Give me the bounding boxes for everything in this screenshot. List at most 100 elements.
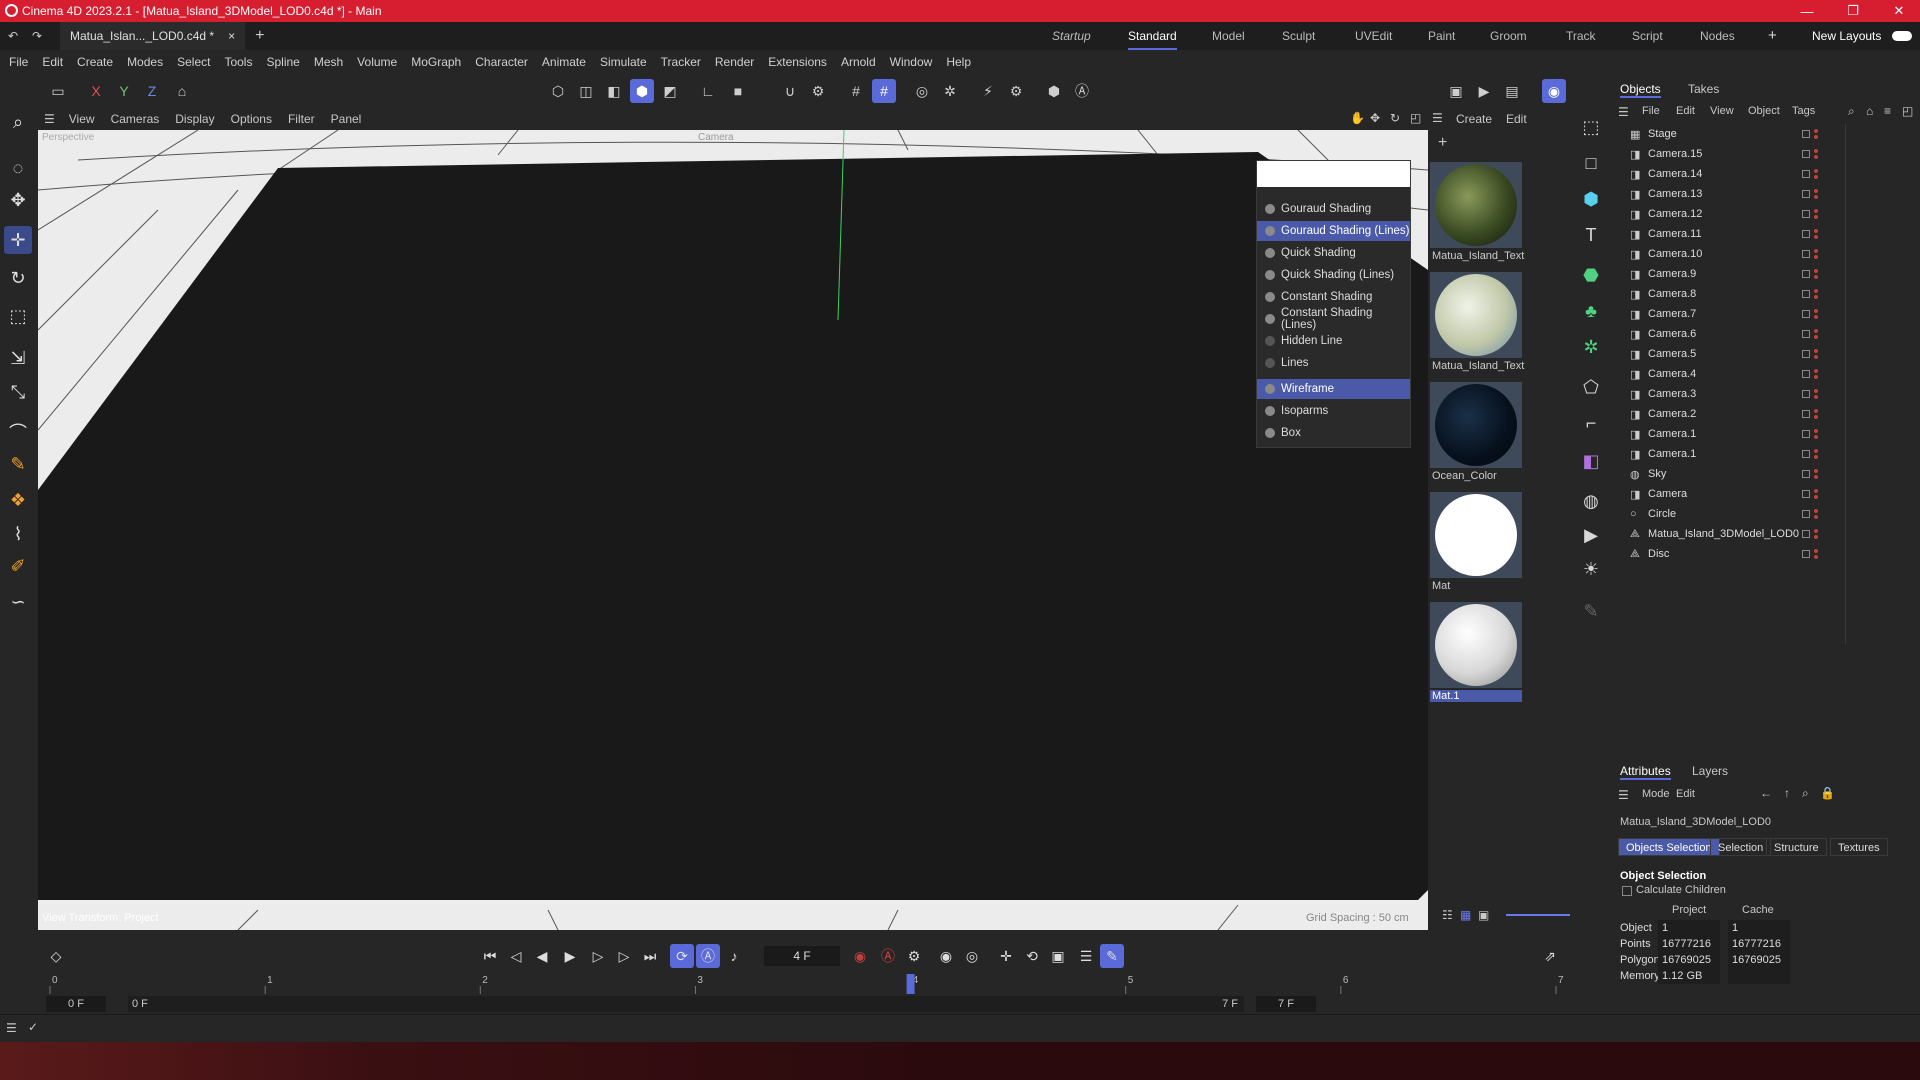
scale-tool-icon[interactable]: ⬚ [4, 302, 32, 330]
object-row[interactable]: ◨ Camera [1612, 484, 1920, 504]
layout-tab-model[interactable]: Model [1212, 22, 1245, 50]
new-layouts-toggle[interactable] [1892, 31, 1912, 41]
tab-takes[interactable]: Takes [1688, 82, 1719, 96]
object-row-flags[interactable] [1802, 349, 1818, 359]
snap-settings-icon[interactable]: ⚙ [806, 79, 830, 103]
object-row-flags[interactable] [1802, 469, 1818, 479]
object-row-flags[interactable] [1802, 129, 1818, 139]
tab-layers[interactable]: Layers [1692, 764, 1728, 778]
attributes-hamburger-icon[interactable]: ☰ [1618, 788, 1629, 802]
object-row-flags[interactable] [1802, 369, 1818, 379]
new-window-icon[interactable]: ◰ [1902, 104, 1913, 118]
loop-icon[interactable]: ⟳ [670, 944, 694, 968]
up-arrow-icon[interactable]: ↑ [1784, 786, 1790, 800]
object-row[interactable]: ◨ Camera.14 [1612, 164, 1920, 184]
spline-icon[interactable]: ⌐ [1576, 408, 1606, 438]
tweak-icon[interactable]: ✲ [938, 79, 962, 103]
filter-icon[interactable]: ≡ [1884, 104, 1891, 118]
environment-icon[interactable]: ◍ [1576, 486, 1606, 516]
object-row-flags[interactable] [1802, 149, 1818, 159]
key-scale-icon[interactable]: ✛ [994, 944, 1018, 968]
select-tools-icon[interactable]: ✥ [4, 186, 32, 214]
subtab-structure[interactable]: Structure [1766, 838, 1827, 856]
menu-simulate[interactable]: Simulate [593, 55, 654, 69]
menu-mograph[interactable]: MoGraph [404, 55, 468, 69]
object-row-flags[interactable] [1802, 269, 1818, 279]
object-row[interactable]: ◨ Camera.1 [1612, 424, 1920, 444]
generator-icon[interactable]: ⬣ [1576, 260, 1606, 290]
object-row[interactable]: ◨ Camera.12 [1612, 204, 1920, 224]
next-frame-icon[interactable]: ▷ [586, 944, 610, 968]
end-frame-field[interactable]: 7 F [1256, 996, 1316, 1012]
object-row[interactable]: ◨ Camera.15 [1612, 144, 1920, 164]
workplane-grid-icon[interactable]: # [872, 79, 896, 103]
current-frame-field[interactable]: 4 F [764, 946, 840, 966]
cloner-icon[interactable]: ♣ [1576, 296, 1606, 326]
objects-search-icon[interactable]: ⌕ [1848, 104, 1855, 119]
paint-tool-icon[interactable]: ∽ [4, 588, 32, 616]
material-menu-edit[interactable]: Edit [1506, 112, 1527, 126]
object-row-flags[interactable] [1802, 489, 1818, 499]
objects-menu-edit[interactable]: Edit [1676, 105, 1695, 117]
menu-volume[interactable]: Volume [350, 55, 404, 69]
menu-extensions[interactable]: Extensions [761, 55, 834, 69]
object-row-flags[interactable] [1802, 169, 1818, 179]
axis-mode-icon[interactable]: ∟ [696, 79, 720, 103]
orbit-icon[interactable]: ↻ [1390, 111, 1400, 125]
object-row-flags[interactable] [1802, 429, 1818, 439]
previous-key-icon[interactable]: ◁ [504, 944, 528, 968]
spline-pen-icon[interactable]: ⌒ [4, 418, 32, 446]
object-row-flags[interactable] [1802, 289, 1818, 299]
grid-icon[interactable]: # [844, 79, 868, 103]
object-row[interactable]: ◨ Camera.3 [1612, 384, 1920, 404]
object-row[interactable]: ◍ Sky [1612, 464, 1920, 484]
menu-item-isoparms[interactable]: Isoparms [1257, 401, 1410, 421]
add-layout-icon[interactable]: + [1768, 22, 1777, 50]
object-row[interactable]: ○ Circle [1612, 504, 1920, 524]
soft-selection-icon[interactable]: ◎ [910, 79, 934, 103]
object-row[interactable]: ⟁ Matua_Island_3DModel_LOD0 [1612, 524, 1920, 544]
objects-menu-tags[interactable]: Tags [1792, 105, 1815, 117]
object-row[interactable]: ◨ Camera.4 [1612, 364, 1920, 384]
cube-icon[interactable]: ⬢ [1576, 184, 1606, 214]
clapboard-icon[interactable]: ▭ [46, 79, 70, 103]
render-settings-icon[interactable]: ▤ [1500, 79, 1524, 103]
redo-icon[interactable]: ↷ [32, 29, 48, 43]
status-hamburger-icon[interactable]: ☰ [6, 1021, 17, 1035]
auto-keying-icon[interactable]: Ⓐ [876, 944, 900, 968]
keyframe-icon[interactable]: ◇ [44, 944, 68, 968]
text-icon[interactable]: T [1576, 220, 1606, 250]
swatch-size-slider[interactable] [1506, 914, 1570, 916]
menu-character[interactable]: Character [468, 55, 535, 69]
menu-mesh[interactable]: Mesh [307, 55, 350, 69]
key-position-icon[interactable]: ◉ [934, 944, 958, 968]
home-icon[interactable]: ⌂ [1866, 104, 1873, 118]
object-row[interactable]: ◨ Camera.5 [1612, 344, 1920, 364]
transform-tool-icon[interactable]: ⇲ [4, 344, 32, 372]
object-row-flags[interactable] [1802, 389, 1818, 399]
key-pla-icon[interactable]: ▣ [1046, 944, 1070, 968]
play-icon[interactable]: ▶ [558, 944, 582, 968]
layout-tab-sculpt[interactable]: Sculpt [1282, 22, 1315, 50]
material-swatch[interactable]: Matua_Island_Text [1430, 272, 1524, 374]
back-arrow-icon[interactable]: ← [1760, 786, 1772, 800]
auto-icon[interactable]: Ⓐ [1070, 79, 1094, 103]
uv-mode-icon[interactable]: ◩ [658, 79, 682, 103]
menu-item-quick-shading-lines[interactable]: Quick Shading (Lines) [1257, 265, 1410, 285]
object-row[interactable]: ◨ Camera.9 [1612, 264, 1920, 284]
polygons-mode-icon[interactable]: ◧ [602, 79, 626, 103]
material-swatch-selected[interactable]: Mat.1 [1430, 602, 1522, 704]
object-row[interactable]: ◨ Camera.1 [1612, 444, 1920, 464]
viewport-menu-cameras[interactable]: Cameras [111, 112, 160, 126]
viewport-menu-display[interactable]: Display [175, 112, 214, 126]
attributes-menu-mode[interactable]: Mode [1642, 788, 1670, 800]
menu-item-wireframe[interactable]: Wireframe [1257, 379, 1410, 399]
menu-tools[interactable]: Tools [217, 55, 259, 69]
close-icon[interactable]: ✕ [1876, 0, 1920, 22]
object-row-flags[interactable] [1802, 509, 1818, 519]
key-param-icon[interactable]: ⟲ [1020, 944, 1044, 968]
object-row-flags[interactable] [1802, 309, 1818, 319]
menu-file[interactable]: File [0, 55, 35, 69]
menu-item-gouraud-shading-lines[interactable]: Gouraud Shading (Lines) [1257, 221, 1410, 241]
live-selection-icon[interactable]: ◌ [4, 154, 32, 182]
